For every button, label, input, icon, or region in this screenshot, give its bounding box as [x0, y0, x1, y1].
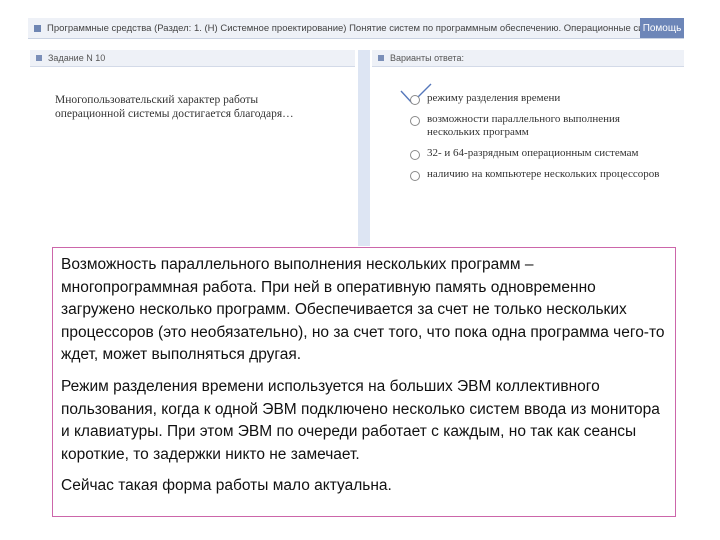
radio-button[interactable]	[410, 95, 420, 105]
question-text: Многопользовательский характер работы оп…	[55, 94, 294, 120]
answer-header: Варианты ответа:	[372, 50, 684, 67]
explanation-box: Возможность параллельного выполнения нес…	[52, 247, 676, 517]
window-title-bar: Программные средства (Раздел: 1. (Н) Сис…	[28, 18, 684, 39]
title-bullet-icon	[34, 24, 41, 32]
task-header: Задание N 10	[30, 50, 355, 67]
answer-option[interactable]: режиму разделения времени	[405, 92, 675, 105]
radio-button[interactable]	[410, 150, 420, 160]
answer-option-label: режиму разделения времени	[427, 92, 561, 104]
task-header-label: Задание N 10	[48, 53, 106, 63]
help-button[interactable]: Помощь	[640, 18, 684, 38]
explanation-paragraph: Режим разделения времени используется на…	[61, 377, 660, 463]
answer-option-label: 32- и 64-разрядным операционным системам	[427, 147, 639, 159]
radio-button[interactable]	[410, 116, 420, 126]
column-divider	[358, 50, 370, 246]
explanation-paragraph: Сейчас такая форма работы мало актуальна…	[61, 477, 392, 495]
window-title: Программные средства (Раздел: 1. (Н) Сис…	[47, 22, 640, 34]
radio-button[interactable]	[410, 171, 420, 181]
answer-option-label: наличию на компьютере нескольких процесс…	[427, 168, 660, 180]
task-header-bullet-icon	[36, 55, 42, 61]
answer-options: режиму разделения времени возможности па…	[405, 92, 675, 189]
answer-option[interactable]: наличию на компьютере нескольких процесс…	[405, 168, 675, 181]
answer-option[interactable]: 32- и 64-разрядным операционным системам	[405, 147, 675, 160]
answer-header-bullet-icon	[378, 55, 384, 61]
explanation-paragraph: Возможность параллельного выполнения нес…	[61, 256, 665, 364]
answer-header-label: Варианты ответа:	[390, 53, 464, 63]
answer-option-label: возможности параллельного выполнения нес…	[427, 113, 620, 138]
answer-option[interactable]: возможности параллельного выполнения нес…	[405, 113, 675, 139]
